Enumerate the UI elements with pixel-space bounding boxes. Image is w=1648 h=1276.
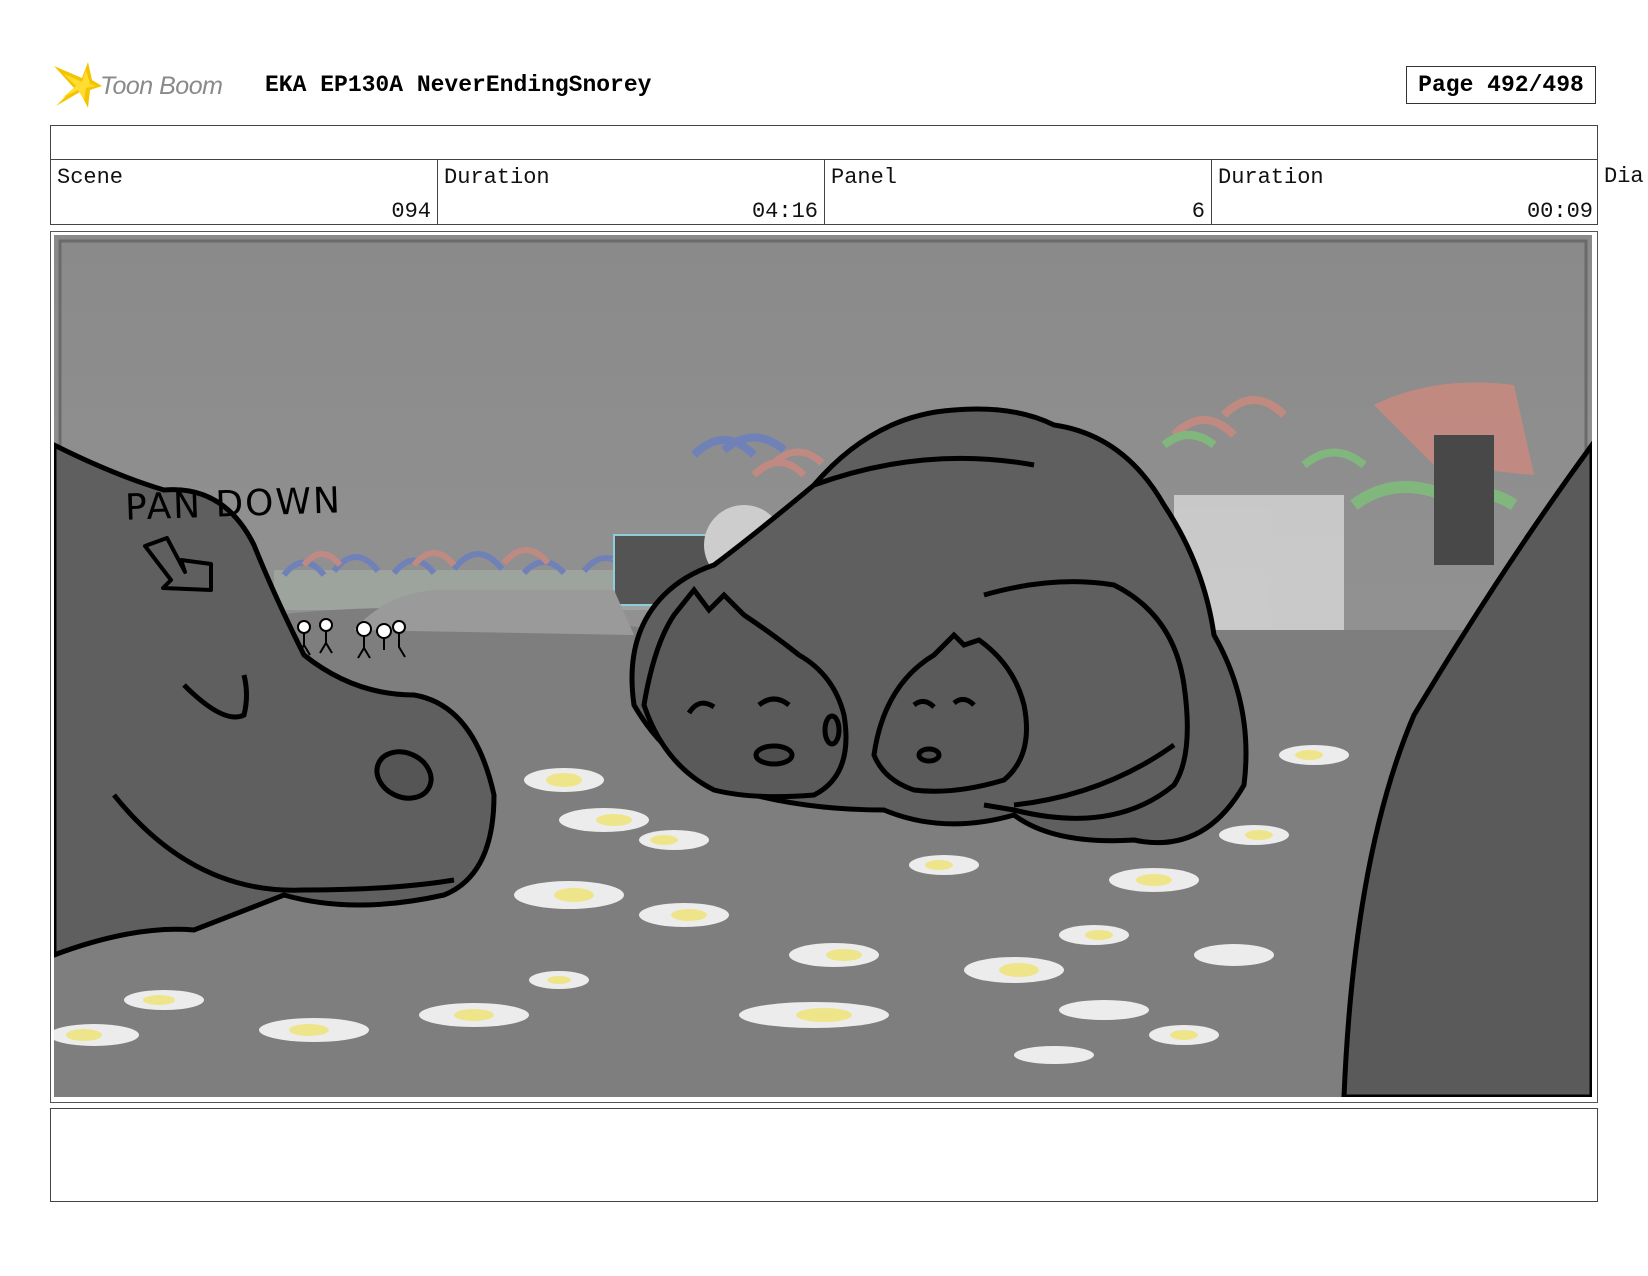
scene-value: 094 <box>391 199 431 224</box>
toon-boom-logo: Toon Boom <box>52 58 252 114</box>
panel-duration-value: 00:09 <box>1526 199 1593 224</box>
action-notes-box <box>50 1108 1598 1202</box>
scene-label: Scene <box>57 165 124 190</box>
logo-text: Toon Boom <box>100 71 223 100</box>
scene-duration-label: Duration <box>444 165 550 190</box>
panel-duration-cell: Duration 00:09 <box>1212 159 1599 224</box>
panel-drawing <box>54 235 1592 1097</box>
pan-down-note: PAN DOWN <box>124 480 343 529</box>
scene-duration-cell: Duration 04:16 <box>438 159 825 224</box>
page-header: Toon Boom EKA EP130A NeverEndingSnorey P… <box>0 0 1648 120</box>
panel-cell: Panel 6 <box>825 159 1212 224</box>
info-blank-row <box>51 126 1597 160</box>
panel-value: 6 <box>1191 199 1205 224</box>
dialogue-label-cutoff: Dia <box>1604 164 1644 189</box>
star-icon <box>54 62 102 108</box>
scene-duration-value: 04:16 <box>751 199 818 224</box>
scene-cell: Scene 094 <box>51 159 438 224</box>
project-title: EKA EP130A NeverEndingSnorey <box>265 72 652 98</box>
pan-down-arrow-icon <box>143 536 213 592</box>
storyboard-panel: PAN DOWN <box>50 231 1598 1103</box>
page-number: Page 492/498 <box>1406 66 1596 104</box>
scene-info-table: Scene 094 Duration 04:16 Panel 6 Duratio… <box>50 125 1598 225</box>
panel-label: Panel <box>831 165 898 190</box>
panel-duration-label: Duration <box>1218 165 1324 190</box>
